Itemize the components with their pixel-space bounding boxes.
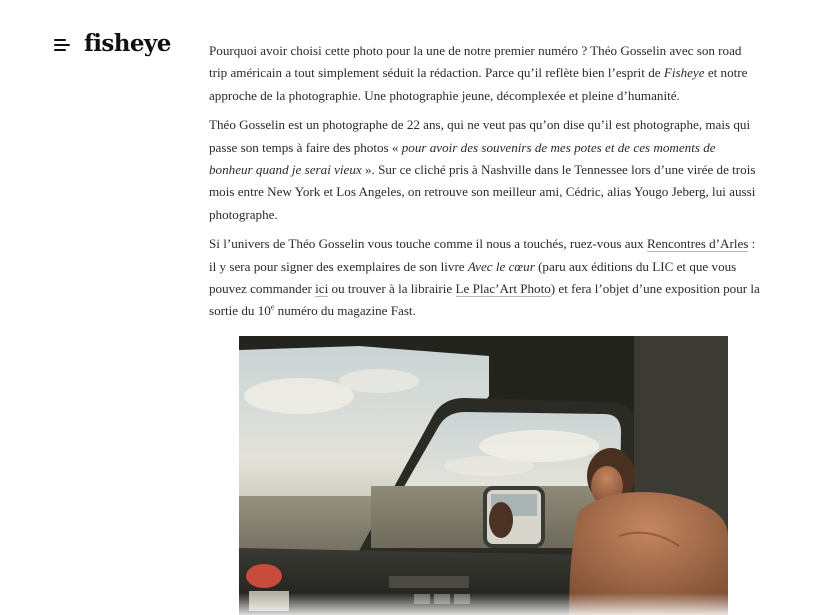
paragraph-3: Si l’univers de Théo Gosselin vous touch…: [209, 233, 761, 323]
article-body: Pourquoi avoir choisi cette photo pour l…: [209, 40, 761, 330]
site-logo[interactable]: fisheye: [84, 30, 171, 57]
menu-line: [54, 44, 70, 46]
magazine-name: Fisheye: [663, 65, 705, 81]
menu-line: [54, 49, 66, 51]
truck-interior-road-trip-photo: [239, 336, 728, 615]
text: numéro du magazine Fast.: [274, 303, 416, 319]
hamburger-menu-icon[interactable]: [54, 37, 70, 53]
book-title: Avec le cœur: [467, 258, 535, 274]
paragraph-1: Pourquoi avoir choisi cette photo pour l…: [209, 40, 761, 107]
link-rencontres-arles[interactable]: Rencontres d’Arles: [646, 236, 749, 253]
text: Si l’univers de Théo Gosselin vous touch…: [209, 236, 647, 252]
text: Pourquoi avoir choisi cette photo pour l…: [209, 43, 742, 81]
text: ou trouver à la librairie: [328, 281, 456, 297]
bottom-fade: [239, 593, 728, 615]
paragraph-2: Théo Gosselin est un photographe de 22 a…: [209, 114, 761, 226]
link-ici[interactable]: ici: [315, 281, 329, 298]
article-photo: [239, 336, 728, 615]
link-le-placart-photo[interactable]: Le Plac’Art Photo: [455, 281, 551, 298]
menu-line: [54, 39, 66, 41]
